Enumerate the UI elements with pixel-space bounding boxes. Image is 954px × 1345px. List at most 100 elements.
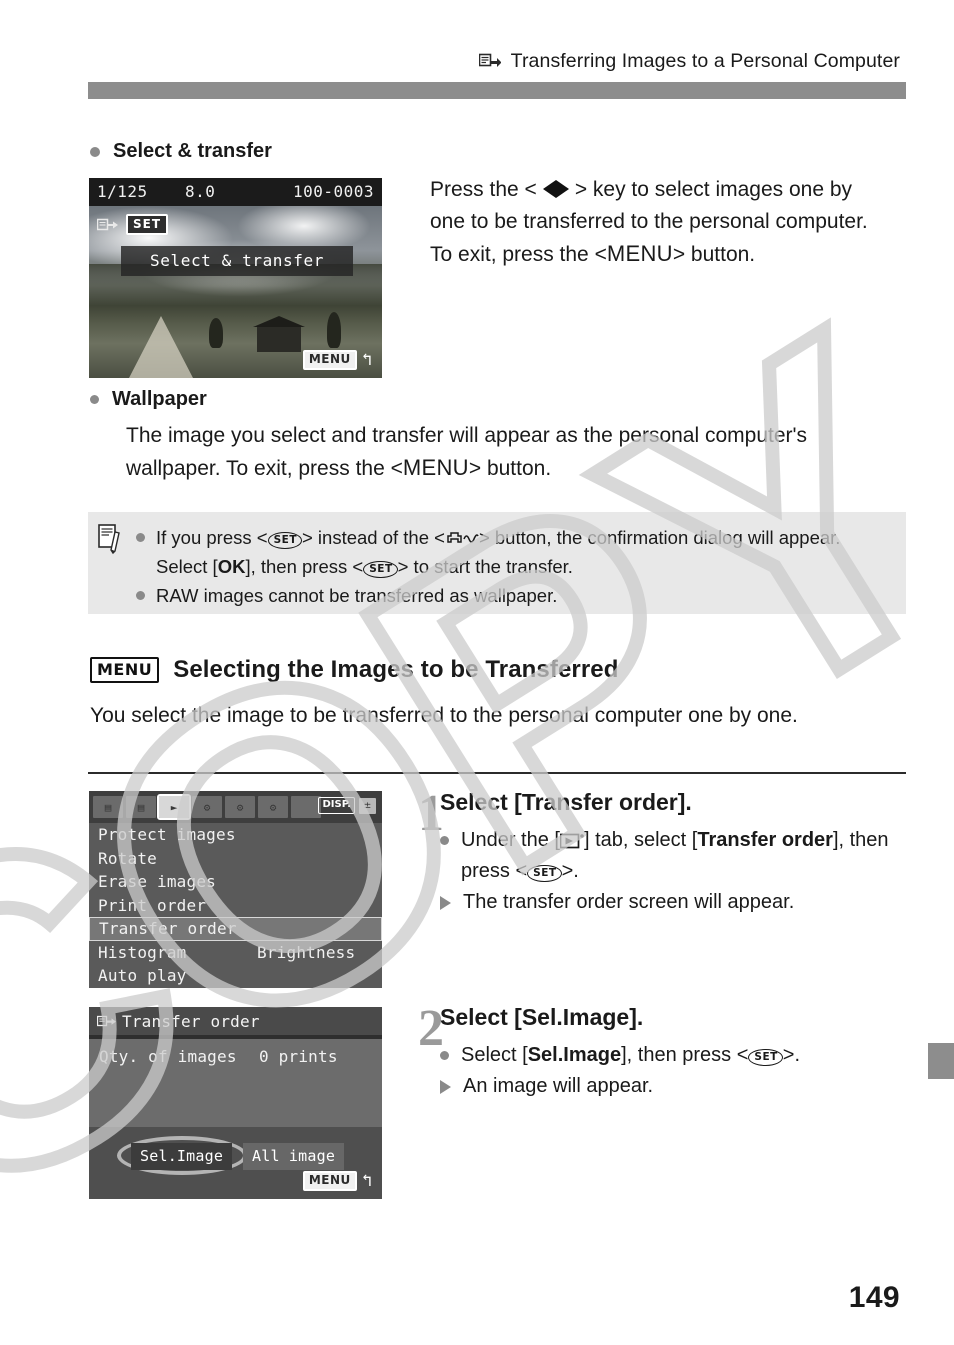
page-header: Transferring Images to a Personal Comput… <box>0 44 954 78</box>
left-right-key-icon <box>537 176 575 208</box>
bullet-dot-icon <box>440 836 449 845</box>
lcd-transfer-order-screenshot: Transfer order Qty. of images 0 prints S… <box>89 1007 382 1199</box>
exposure-compensation-icon: ± <box>359 797 376 814</box>
triangle-bullet-icon <box>440 896 451 910</box>
wrench-icon: ⚙ <box>236 800 244 814</box>
lcd-menu-row-selected[interactable]: Transfer order <box>89 917 382 941</box>
note-text-1: If you press < <box>156 527 268 548</box>
lcd-disp-group: DISP. ± <box>318 797 376 814</box>
lcd-menu-row-label: Auto play <box>98 966 187 986</box>
camera-icon: ▤ <box>104 800 112 814</box>
transfer-order-icon <box>96 1014 117 1033</box>
lcd-menu-row-label: Print order <box>98 895 207 915</box>
step2-text-1: Select [ <box>461 1044 528 1066</box>
wallpaper-paragraph: The image you select and transfer will a… <box>126 420 906 485</box>
step-result: The transfer order screen will appear. <box>440 887 910 918</box>
step2-bold-1: Sel.Image <box>527 1044 622 1066</box>
photo-tree <box>209 318 223 348</box>
lcd-set-indicator: SET <box>96 214 169 235</box>
menu-button-word: MENU <box>606 241 673 266</box>
lcd-mode-banner: Select & transfer <box>121 246 353 276</box>
lcd-menu-row-label: Erase images <box>98 872 216 892</box>
lcd-menu-row[interactable]: Auto play <box>89 964 382 988</box>
step-result-text: An image will appear. <box>463 1075 654 1097</box>
photo-road <box>129 316 193 378</box>
note-item: If you press < SET > instead of the < > but… <box>136 523 896 581</box>
lcd-menu-tabbar: ▤ ▤ ► ⚙ ⚙ ⚙ DISP. ± <box>89 791 382 823</box>
step-bullet: Under the [] tab, select [Transfer order… <box>440 825 910 887</box>
select-transfer-heading-text: Select & transfer <box>113 140 272 162</box>
menu-badge: MENU <box>90 657 160 683</box>
bullet-dot-icon <box>440 1051 449 1060</box>
lcd-aperture: 8.0 <box>185 182 216 201</box>
photo-barn <box>253 316 305 352</box>
lcd-menu-rows: Protect images Rotate Erase images Print… <box>89 823 382 988</box>
disp-badge: DISP. <box>318 797 355 814</box>
lcd-menu-row[interactable]: Rotate <box>89 847 382 871</box>
lcd-menu-row[interactable]: Erase images <box>89 870 382 894</box>
lcd-menu-return: MENU ↰ <box>302 350 372 370</box>
lcd-transfer-order-title-text: Transfer order <box>122 1011 260 1031</box>
wrench-icon: ⚙ <box>203 800 211 814</box>
lcd-sel-image-button[interactable]: Sel.Image <box>131 1143 233 1170</box>
lcd-file-number: 100-0003 <box>292 182 374 201</box>
lcd-tab-setup-1[interactable]: ⚙ <box>192 796 222 818</box>
set-icon: SET <box>363 561 398 578</box>
camera-icon: ▤ <box>137 800 145 814</box>
wallpaper-text-2: > button. <box>468 457 552 480</box>
bullet-dot-icon <box>136 591 145 600</box>
lcd-menu-row-label: Protect images <box>98 825 236 845</box>
lcd-menu-row-label: Histogram <box>98 942 187 962</box>
lcd-transfer-order-title: Transfer order <box>89 1007 382 1035</box>
lcd-menu-row-label: Rotate <box>98 848 157 868</box>
note-text-2: > instead of the < <box>301 527 445 548</box>
page-header-title: Transferring Images to a Personal Comput… <box>510 49 900 72</box>
bullet-dot-icon <box>90 146 100 157</box>
lcd-button-row: Sel.Image All image <box>117 1136 351 1175</box>
lcd-menu-row[interactable]: Print order <box>89 894 382 918</box>
lcd-menu-row-label: Transfer order <box>99 919 237 939</box>
lcd-tab-shoot-2[interactable]: ▤ <box>126 796 156 818</box>
wrench-icon: ⚙ <box>269 800 277 814</box>
lcd-shutter-speed: 1/125 <box>97 182 148 201</box>
lcd-tab-custom[interactable] <box>291 796 321 818</box>
note-ok-label: OK <box>217 556 246 577</box>
lcd-tab-playback-2[interactable]: ► <box>157 794 191 820</box>
note-item-text: If you press < SET > instead of the < > but… <box>156 523 896 581</box>
star-icon <box>291 796 321 818</box>
step-title-2: Select [Sel.Image]. <box>440 1004 644 1030</box>
lcd-menu-row[interactable]: Histogram Brightness <box>89 941 382 965</box>
lcd-select-transfer-screenshot: 1/125 8.0 100-0003 SET Select & transfer… <box>89 178 382 378</box>
set-icon: SET <box>527 865 562 882</box>
menu-badge: MENU <box>302 350 357 370</box>
lcd-all-image-button[interactable]: All image <box>243 1143 345 1170</box>
lcd-info-bar: 1/125 8.0 100-0003 <box>89 178 382 206</box>
step-bullet-text: Select [Sel.Image], then press < SET >. <box>461 1040 800 1071</box>
step-result-text: The transfer order screen will appear. <box>463 891 795 913</box>
menu-section-intro: You select the image to be transferred t… <box>90 704 798 727</box>
photo-tree <box>327 312 341 348</box>
set-icon: SET <box>267 532 302 549</box>
lcd-menu-row[interactable]: Protect images <box>89 823 382 847</box>
playback-icon: ► <box>170 800 178 814</box>
playback-tab-2-icon <box>559 828 584 859</box>
lcd-tab-setup-3[interactable]: ⚙ <box>258 796 288 818</box>
transfer-to-computer-icon <box>478 52 502 72</box>
lcd-qty-label: Qty. of images <box>99 1047 237 1066</box>
lcd-qty-value: 0 prints <box>259 1047 338 1066</box>
lcd-menu-return: MENU ↰ <box>302 1171 372 1191</box>
menu-section-title-text: Selecting the Images to be Transferred <box>173 656 619 683</box>
step-bullet: Select [Sel.Image], then press < SET >. <box>440 1040 910 1071</box>
step-body-1: Under the [] tab, select [Transfer order… <box>440 825 910 918</box>
header-divider <box>88 82 906 99</box>
lcd-mode-banner-label: Select & transfer <box>150 251 324 270</box>
note-text-4: ], then press < <box>245 556 364 577</box>
note-pencil-icon <box>98 524 122 556</box>
step-title-1: Select [Transfer order]. <box>440 789 692 815</box>
wallpaper-heading: Wallpaper <box>90 388 207 411</box>
lcd-tab-setup-2[interactable]: ⚙ <box>225 796 255 818</box>
step-result: An image will appear. <box>440 1071 910 1102</box>
step2-text-3: >. <box>782 1044 801 1066</box>
step1-text-4: >. <box>561 860 579 882</box>
lcd-tab-shoot-1[interactable]: ▤ <box>93 796 123 818</box>
